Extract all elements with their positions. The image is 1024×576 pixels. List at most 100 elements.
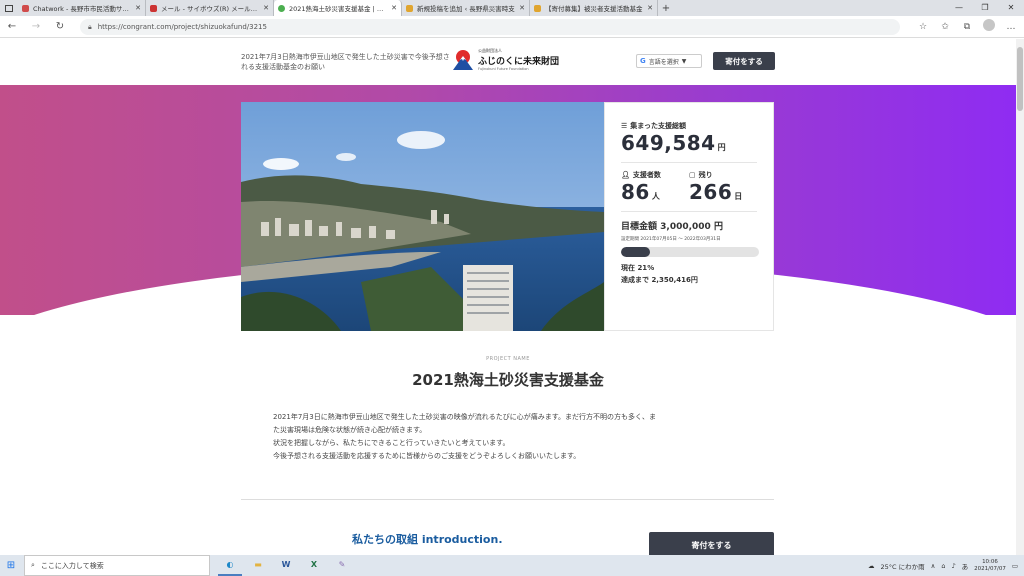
favorite-star-icon[interactable]: ☆ bbox=[916, 22, 930, 32]
project-photo bbox=[241, 102, 604, 331]
profile-avatar[interactable] bbox=[982, 19, 996, 34]
campaign-period: 設定期間 2021年07月05日 〜 2022年03月31日 bbox=[621, 237, 721, 242]
collections-icon[interactable]: ⧉ bbox=[960, 22, 974, 32]
days-remaining-label-text: 残り bbox=[698, 171, 713, 179]
description-line: 今後予想される支援活動を応援するために皆様からのご支援をどうぞよろしくお願いいた… bbox=[273, 452, 581, 460]
user-icon: 👤︎ bbox=[621, 171, 630, 179]
taskbar-search-box[interactable]: ⌕ ここに入力して検索 bbox=[24, 555, 210, 576]
windows-taskbar: ⊞ ⌕ ここに入力して検索 ◐ ▬ W X ✎ ☁ 25°C にわか雨 ∧ ⌂ … bbox=[0, 555, 1024, 576]
favicon-icon bbox=[150, 4, 157, 12]
supporters-label-text: 支援者数 bbox=[632, 171, 661, 179]
divider bbox=[621, 211, 757, 212]
paint-icon[interactable]: ✎ bbox=[330, 555, 354, 576]
page-scrollbar[interactable] bbox=[1016, 39, 1024, 555]
project-title: 2021熱海土砂災害支援基金 bbox=[412, 371, 604, 389]
weather-icon[interactable]: ☁ bbox=[868, 562, 875, 570]
database-icon: ☰ bbox=[621, 122, 628, 130]
current-percent: 現在 21% bbox=[621, 263, 757, 273]
amount-to-goal-prefix: 達成まで bbox=[621, 276, 652, 284]
donate-button[interactable]: 寄付をする bbox=[713, 52, 775, 70]
browser-tab[interactable]: 新規投稿を追加 ‹ 長野県災害時支 ✕ bbox=[402, 0, 530, 16]
restore-icon[interactable]: ❐ bbox=[972, 0, 998, 16]
donate-button-sticky[interactable]: 寄付をする bbox=[649, 532, 774, 555]
days-unit: 日 bbox=[734, 192, 743, 201]
current-percent-prefix: 現在 bbox=[621, 264, 638, 272]
close-tab-icon[interactable]: ✕ bbox=[135, 4, 141, 12]
clock-time: 10:06 bbox=[982, 558, 998, 565]
ime-indicator[interactable]: あ bbox=[962, 561, 969, 571]
organization-logo[interactable]: 公益財団法人 ふじのくに未来財団 Fujinokuni Future Found… bbox=[452, 48, 559, 71]
description-line: 状況を把握しながら、私たちにできること行っていきたいと考えています。 bbox=[273, 439, 510, 447]
tab-title: 新規投稿を追加 ‹ 長野県災害時支 bbox=[417, 5, 515, 13]
amount-to-goal-unit: 円 bbox=[690, 276, 698, 284]
introduction-heading: 私たちの取組 introduction. bbox=[352, 533, 503, 546]
close-window-icon[interactable]: ✕ bbox=[998, 0, 1024, 16]
close-tab-icon[interactable]: ✕ bbox=[519, 4, 525, 12]
volume-icon[interactable]: ♪ bbox=[951, 562, 955, 570]
days-remaining-value: 266 bbox=[689, 180, 733, 204]
tab-title: Chatwork - 長野市市民活動サポー bbox=[33, 5, 133, 13]
close-tab-icon[interactable]: ✕ bbox=[647, 4, 653, 12]
amount-to-goal-value: 2,350,416 bbox=[651, 276, 691, 284]
project-name-label: PROJECT NAME bbox=[486, 356, 530, 362]
reload-icon[interactable]: ↻ bbox=[48, 21, 72, 32]
minimize-icon[interactable]: — bbox=[946, 0, 972, 16]
tray-overflow-icon[interactable]: ∧ bbox=[931, 562, 936, 570]
supporters-unit: 人 bbox=[651, 192, 660, 201]
weather-text[interactable]: 25°C にわか雨 bbox=[880, 561, 924, 571]
browser-tab-active[interactable]: 2021熱海土砂災害支援基金 | クラ ✕ bbox=[274, 0, 402, 16]
file-explorer-icon[interactable]: ▬ bbox=[246, 555, 270, 576]
browser-tab-strip: Chatwork - 長野市市民活動サポー ✕ メール - サイボウズ(R) メ… bbox=[0, 0, 1024, 16]
dropdown-arrow-icon: ▼ bbox=[681, 57, 687, 65]
windows-start-icon[interactable]: ⊞ bbox=[0, 560, 22, 571]
divider bbox=[621, 162, 757, 163]
supporters-label: 👤︎ 支援者数 bbox=[621, 170, 689, 180]
header-tagline: 2021年7月3日熱海市伊豆山地区で発生した土砂災害で今後予想される支援活動基金… bbox=[241, 53, 450, 71]
scrollbar-thumb[interactable] bbox=[1017, 47, 1023, 111]
web-page: 2021年7月3日熱海市伊豆山地区で発生した土砂災害で今後予想される支援活動基金… bbox=[0, 39, 1016, 555]
back-arrow-icon[interactable]: ← bbox=[0, 21, 24, 32]
notification-icon[interactable]: ▭ bbox=[1012, 562, 1018, 570]
favicon-icon bbox=[278, 4, 285, 12]
browser-toolbar: ← → ↻ 🔒︎ https://congrant.com/project/sh… bbox=[0, 16, 1024, 38]
browser-tab[interactable]: 【寄付募集】被災者支援活動基金 ✕ bbox=[530, 0, 658, 16]
favicon-icon bbox=[406, 4, 413, 12]
clock[interactable]: 10:06 2021/07/07 bbox=[974, 559, 1006, 573]
browser-tab[interactable]: Chatwork - 長野市市民活動サポー ✕ bbox=[18, 0, 146, 16]
amount-to-goal: 達成まで 2,350,416円 bbox=[621, 275, 757, 285]
network-icon[interactable]: ⌂ bbox=[941, 562, 945, 570]
goal-amount: 目標金額 3,000,000 円 bbox=[621, 222, 723, 232]
more-menu-icon[interactable]: … bbox=[1004, 22, 1018, 32]
favorites-icon[interactable]: ✩ bbox=[938, 22, 952, 32]
funding-stats-card: ☰ 集まった支援総額 649,584 円 👤︎ 支援者数 86 人 ▢ 残り 2… bbox=[604, 102, 774, 331]
close-tab-icon[interactable]: ✕ bbox=[263, 4, 269, 12]
total-raised-label: ☰ 集まった支援総額 bbox=[621, 121, 757, 131]
description-line: 2021年7月3日に熱海市伊豆山地区で発生した土砂災害の映像が流れるたびに心が痛… bbox=[273, 413, 657, 421]
word-icon[interactable]: W bbox=[274, 555, 298, 576]
edge-browser-icon[interactable]: ◐ bbox=[218, 555, 242, 576]
currency-unit: 円 bbox=[717, 143, 726, 152]
excel-icon[interactable]: X bbox=[302, 555, 326, 576]
progress-bar bbox=[621, 247, 759, 257]
language-select[interactable]: G 言語を選択 ▼ bbox=[636, 54, 702, 68]
tab-actions-icon[interactable] bbox=[0, 0, 18, 16]
new-tab-button[interactable]: + bbox=[658, 3, 674, 14]
org-name: ふじのくに未来財団 bbox=[478, 57, 560, 67]
calendar-icon: ▢ bbox=[689, 171, 696, 179]
forward-arrow-icon[interactable]: → bbox=[24, 21, 48, 32]
close-tab-icon[interactable]: ✕ bbox=[391, 4, 397, 12]
tab-title: 【寄付募集】被災者支援活動基金 bbox=[545, 5, 643, 13]
system-tray: ☁ 25°C にわか雨 ∧ ⌂ ♪ あ 10:06 2021/07/07 ▭ bbox=[868, 555, 1018, 576]
lock-icon: 🔒︎ bbox=[88, 22, 92, 31]
supporters-value: 86 bbox=[621, 180, 650, 204]
current-percent-unit: % bbox=[647, 264, 655, 272]
google-g-icon: G bbox=[640, 57, 646, 65]
total-raised-value: 649,584 bbox=[621, 131, 716, 155]
favicon-icon bbox=[534, 4, 541, 12]
total-raised-amount: 649,584 円 bbox=[621, 131, 757, 155]
address-bar[interactable]: 🔒︎ https://congrant.com/project/shizuoka… bbox=[80, 19, 900, 35]
total-raised-label-text: 集まった支援総額 bbox=[630, 122, 687, 130]
search-placeholder: ここに入力して検索 bbox=[40, 561, 104, 570]
org-english-name: Fujinokuni Future Foundation bbox=[478, 67, 529, 71]
browser-tab[interactable]: メール - サイボウズ(R) メールワイズ(R) ✕ bbox=[146, 0, 274, 16]
